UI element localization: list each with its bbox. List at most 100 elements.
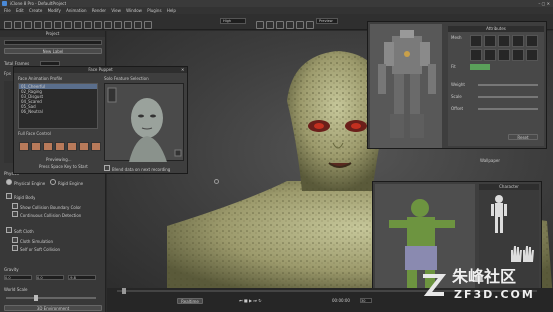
- face-preset-thumb[interactable]: [79, 142, 89, 151]
- body-slot[interactable]: [526, 49, 538, 61]
- face-preset-thumb[interactable]: [31, 142, 41, 151]
- menu-help[interactable]: Help: [167, 8, 176, 13]
- dialog-title: Attributes: [448, 26, 544, 32]
- camera-icon[interactable]: [114, 21, 122, 29]
- save-icon[interactable]: [24, 21, 32, 29]
- view-icon[interactable]: [256, 21, 264, 29]
- fit-label: Fit: [451, 64, 456, 69]
- fps-display[interactable]: 30: [360, 298, 372, 303]
- menu-modify[interactable]: Modify: [48, 8, 61, 13]
- preview-select[interactable]: Preview: [316, 18, 338, 24]
- world-scale-slider-thumb[interactable]: [34, 295, 38, 301]
- hands-icon[interactable]: [509, 244, 535, 264]
- reset-button[interactable]: Reset: [508, 134, 538, 140]
- face-preview[interactable]: [104, 83, 184, 162]
- project-path-field[interactable]: [4, 40, 102, 45]
- mesh-label: Mesh: [451, 35, 462, 40]
- gravity-z-field[interactable]: -9.8: [68, 275, 96, 280]
- body-slot[interactable]: [498, 35, 510, 47]
- body-slot[interactable]: [470, 35, 482, 47]
- gravity-x-field[interactable]: 0.0: [4, 275, 32, 280]
- import-icon[interactable]: [34, 21, 42, 29]
- body-slot[interactable]: [484, 49, 496, 61]
- timeline-playhead[interactable]: [122, 288, 126, 294]
- offset-label: Offset: [451, 106, 464, 111]
- rigid-body-checkbox[interactable]: Rigid Body: [6, 193, 35, 200]
- menu-bar: File Edit Create Modify Animation Render…: [0, 7, 553, 14]
- body-slot[interactable]: [526, 35, 538, 47]
- menu-file[interactable]: File: [4, 8, 11, 13]
- stop-icon[interactable]: ■: [244, 298, 248, 303]
- world-scale-slider[interactable]: [6, 297, 96, 299]
- playback-controls: ⏮ ■ ▶ ⏭ ↻: [239, 298, 262, 303]
- menu-animation[interactable]: Animation: [66, 8, 86, 13]
- texture-icon[interactable]: [286, 21, 294, 29]
- soft-cloth-checkbox[interactable]: Soft Cloth: [6, 227, 34, 234]
- window-controls-icon[interactable]: – ▢ ✕: [538, 1, 550, 6]
- cloth-simulation-checkbox[interactable]: Cloth Simulation: [12, 237, 53, 244]
- rotate-icon[interactable]: [94, 21, 102, 29]
- menu-edit[interactable]: Edit: [16, 8, 24, 13]
- next-frame-icon[interactable]: ⏭: [253, 298, 257, 303]
- offset-slider[interactable]: [478, 108, 538, 110]
- scale-slider[interactable]: [478, 96, 538, 98]
- shade-icon[interactable]: [276, 21, 284, 29]
- wire-icon[interactable]: [266, 21, 274, 29]
- environment-button[interactable]: 3D Environment: [4, 305, 102, 311]
- menu-window[interactable]: Window: [126, 8, 142, 13]
- realtime-button[interactable]: Realtime: [177, 298, 203, 304]
- menu-render[interactable]: Render: [92, 8, 106, 13]
- shadow-icon[interactable]: [306, 21, 314, 29]
- self-collision-checkbox[interactable]: Self or Soft Collision: [12, 245, 60, 252]
- undo-icon[interactable]: [54, 21, 62, 29]
- body-slot[interactable]: [498, 49, 510, 61]
- grid-icon[interactable]: [144, 21, 152, 29]
- ao-icon[interactable]: [296, 21, 304, 29]
- face-preset-thumb[interactable]: [67, 142, 77, 151]
- move-icon[interactable]: [84, 21, 92, 29]
- gravity-y-field[interactable]: 0.0: [36, 275, 64, 280]
- physical-engine-radio[interactable]: Physical Engine: [6, 179, 45, 186]
- body-slot-grid: [470, 35, 540, 61]
- blend-checkbox[interactable]: Blend data on next recording: [104, 165, 170, 172]
- menu-create[interactable]: Create: [29, 8, 42, 13]
- continuous-collision-checkbox[interactable]: Continuous Collision Detection: [12, 211, 81, 218]
- rewind-icon[interactable]: ⏮: [239, 298, 243, 303]
- show-collision-checkbox[interactable]: Show Collision Boundary Color: [12, 203, 81, 210]
- list-item[interactable]: 06_Neutral: [19, 109, 97, 114]
- weight-slider[interactable]: [478, 84, 538, 86]
- pivot-gizmo-icon[interactable]: [214, 179, 219, 184]
- face-preset-thumb[interactable]: [19, 142, 29, 151]
- face-preset-thumb[interactable]: [43, 142, 53, 151]
- export-icon[interactable]: [44, 21, 52, 29]
- body-map-icon[interactable]: [489, 194, 509, 234]
- play-icon[interactable]: ▶: [249, 298, 252, 303]
- profile-list: 01_Cheerful 02_Raging 03_Disgust 04_Scar…: [18, 83, 98, 129]
- light-icon[interactable]: [124, 21, 132, 29]
- open-icon[interactable]: [14, 21, 22, 29]
- select-icon[interactable]: [74, 21, 82, 29]
- face-control-label: Full Face Control: [18, 131, 51, 136]
- face-preset-thumb[interactable]: [91, 142, 101, 151]
- loop-icon[interactable]: ↻: [258, 298, 261, 303]
- watermark-logo-text: 朱峰社区: [452, 267, 517, 286]
- redo-icon[interactable]: [64, 21, 72, 29]
- render-icon[interactable]: [134, 21, 142, 29]
- hint-text: Press Space Key to Start: [39, 164, 88, 169]
- body-slot[interactable]: [484, 35, 496, 47]
- face-preset-thumb[interactable]: [55, 142, 65, 151]
- body-slot[interactable]: [512, 49, 524, 61]
- new-icon[interactable]: [4, 21, 12, 29]
- menu-view[interactable]: View: [111, 8, 121, 13]
- body-slot[interactable]: [470, 49, 482, 61]
- dialog-title: Character: [479, 184, 539, 190]
- quality-select[interactable]: High: [220, 18, 246, 24]
- app-icon: [2, 1, 7, 6]
- frame-counter: 00:00:00: [332, 298, 350, 303]
- menu-plugins[interactable]: Plugins: [147, 8, 161, 13]
- body-slot[interactable]: [512, 35, 524, 47]
- rigid-engine-radio[interactable]: Rigid Engine: [50, 179, 83, 186]
- new-label-button[interactable]: New Label: [4, 48, 102, 54]
- close-icon[interactable]: ✕: [181, 67, 184, 72]
- scale-icon[interactable]: [104, 21, 112, 29]
